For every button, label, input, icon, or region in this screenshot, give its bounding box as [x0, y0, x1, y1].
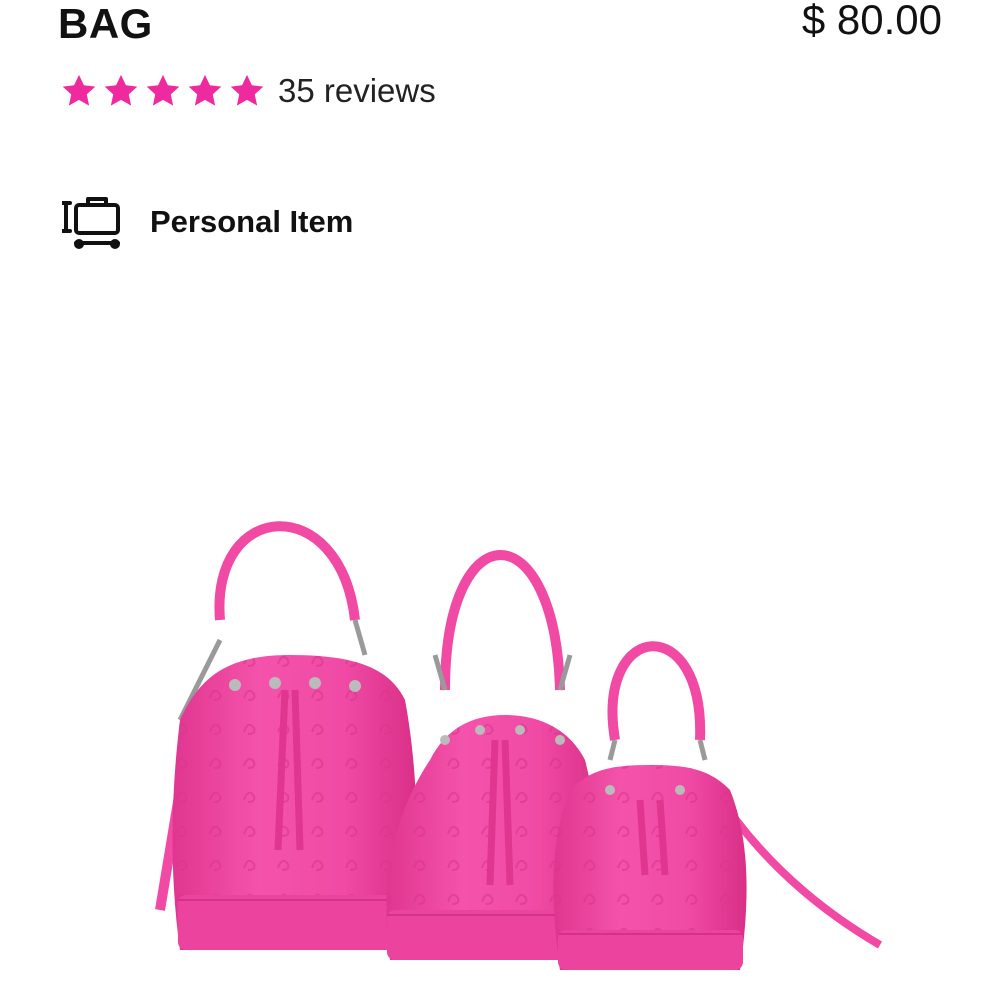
star-icon [102, 72, 140, 110]
star-rating [60, 72, 266, 110]
star-icon [60, 72, 98, 110]
star-icon [144, 72, 182, 110]
large-bag [155, 521, 417, 950]
reviews-link[interactable]: 35 reviews [278, 71, 436, 111]
item-type-row: Personal Item [62, 192, 353, 252]
product-image[interactable] [100, 440, 940, 980]
rating-row[interactable]: 35 reviews [60, 70, 436, 112]
star-icon [228, 72, 266, 110]
luggage-icon [62, 193, 124, 251]
item-type-label: Personal Item [150, 204, 354, 239]
product-title: BAG [58, 0, 153, 47]
star-icon [186, 72, 224, 110]
small-bag [553, 641, 883, 970]
product-price: $ 80.00 [801, 0, 942, 43]
